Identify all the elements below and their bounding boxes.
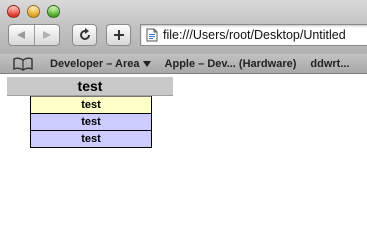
list-item: test	[31, 113, 151, 130]
bookmark-label: Developer – Area	[50, 57, 140, 70]
list-item: test	[31, 130, 151, 147]
browser-window: Developer – Area Apple – Dev... (Hardwar…	[0, 0, 367, 248]
bookmark-apple-dev-hardware[interactable]: Apple – Dev... (Hardware)	[165, 58, 297, 70]
add-bookmark-button[interactable]	[106, 24, 131, 46]
url-input[interactable]	[163, 28, 367, 42]
test-list: test test test	[30, 96, 152, 148]
close-window-button[interactable]	[7, 5, 20, 18]
reload-button[interactable]	[72, 24, 97, 46]
bookmark-ddwrt[interactable]: ddwrt...	[310, 58, 349, 70]
address-bar[interactable]	[140, 24, 367, 46]
bookmarks-book-icon[interactable]	[12, 57, 34, 71]
plus-icon	[113, 30, 124, 40]
back-button[interactable]	[9, 25, 34, 45]
forward-button[interactable]	[33, 25, 60, 45]
minimize-window-button[interactable]	[27, 5, 40, 18]
back-arrow-icon	[17, 31, 26, 39]
chevron-down-icon	[142, 60, 151, 67]
bookmark-developer-area[interactable]: Developer – Area	[50, 58, 151, 70]
zoom-window-button[interactable]	[47, 5, 60, 18]
file-page-icon	[146, 28, 158, 42]
page-header: test	[7, 77, 173, 96]
list-item: test	[31, 96, 151, 113]
bookmarks-bar: Developer – Area Apple – Dev... (Hardwar…	[0, 54, 367, 74]
browser-toolbar	[0, 0, 367, 54]
forward-arrow-icon	[42, 31, 51, 39]
page-content: test test test test	[0, 75, 367, 248]
reload-icon	[79, 28, 90, 40]
back-forward-group	[8, 24, 60, 46]
